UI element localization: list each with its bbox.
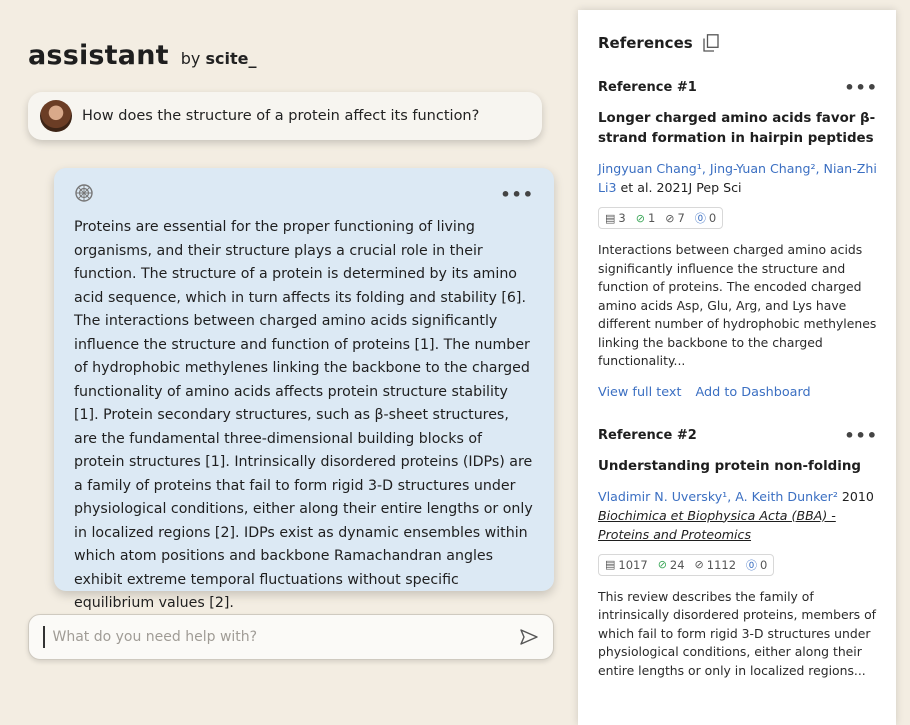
reference-description: This review describes the family of intr… <box>598 588 877 678</box>
reference-title: Longer charged amino acids favor β-stran… <box>598 111 876 146</box>
reference-card: Reference #1 ••• Longer charged amino ac… <box>598 78 878 400</box>
reference-more-button[interactable]: ••• <box>844 78 878 97</box>
reference-card: Reference #2 ••• Understanding protein n… <box>598 426 878 681</box>
user-message-text: How does the structure of a protein affe… <box>82 108 480 124</box>
reference-journal[interactable]: Biochimica et Biophysica Acta (BBA) - Pr… <box>598 506 878 544</box>
reference-more-button[interactable]: ••• <box>844 426 878 445</box>
contrasting-count: 0 <box>708 211 717 225</box>
supporting-count: 1 <box>647 211 656 225</box>
assistant-answer-text: Proteins are essential for the proper fu… <box>74 219 533 611</box>
reference-authors: Jingyuan Chang¹, Jing-Yuan Chang², Nian-… <box>598 159 878 197</box>
brand-byline: by scite_ <box>181 49 257 68</box>
reference-meta: et al. 2021J Pep Sci <box>616 180 742 195</box>
mentioning-count: 1112 <box>706 557 737 572</box>
reference-description: Interactions between charged amino acids… <box>598 242 877 368</box>
supporting-stat[interactable]: ⊘ 24 <box>658 558 685 572</box>
question-circle-icon: ⓪ <box>746 558 758 572</box>
contrasting-count: 0 <box>760 557 768 572</box>
contrasting-stat[interactable]: ⓪0 <box>695 210 716 226</box>
mention-circle-icon: ⊘ <box>694 558 704 571</box>
citation-stats: ▤ 3 ⊘ 1 ⊘ 7 ⓪0 <box>598 207 724 229</box>
references-title: References <box>598 34 693 52</box>
document-icon: ▤ <box>605 558 616 571</box>
question-circle-icon: ⓪ <box>694 212 706 225</box>
assistant-logo-icon <box>74 183 94 206</box>
user-message: How does the structure of a protein affe… <box>28 92 542 140</box>
mentioning-stat[interactable]: ⊘ 7 <box>665 211 685 225</box>
author-links[interactable]: Vladimir N. Uversky¹, A. Keith Dunker² <box>598 489 838 504</box>
cites-stat[interactable]: ▤ 1017 <box>605 558 648 572</box>
avatar <box>40 100 72 132</box>
references-panel: References Reference #1 ••• Longer charg… <box>578 10 896 725</box>
brand-by-label: by <box>180 49 201 68</box>
view-full-text-link[interactable]: View full text <box>598 385 682 400</box>
text-cursor <box>43 626 45 648</box>
response-more-options-button[interactable]: ••• <box>500 185 534 204</box>
assistant-response-card: ••• Proteins are essential for the prope… <box>54 168 554 611</box>
document-icon: ▤ <box>605 211 616 225</box>
reference-number: Reference #1 <box>598 80 697 95</box>
contrasting-stat[interactable]: ⓪0 <box>746 557 767 573</box>
send-icon[interactable] <box>519 627 539 647</box>
mentioning-stat[interactable]: ⊘ 1112 <box>695 558 737 572</box>
brand-title: assistant <box>28 40 169 71</box>
cites-stat[interactable]: ▤ 3 <box>605 211 626 225</box>
brand-company: scite_ <box>205 49 257 68</box>
reference-meta: 2010 <box>837 488 874 504</box>
reference-title: Understanding protein non-folding <box>598 458 861 474</box>
cites-count: 3 <box>618 211 626 225</box>
check-circle-icon: ⊘ <box>635 211 645 225</box>
add-to-dashboard-link[interactable]: Add to Dashboard <box>696 385 811 400</box>
reference-number: Reference #2 <box>598 427 697 443</box>
copy-icon[interactable] <box>703 34 719 52</box>
cites-count: 1017 <box>618 557 648 572</box>
chat-input[interactable] <box>50 628 519 646</box>
reference-authors: Vladimir N. Uversky¹, A. Keith Dunker² 2… <box>598 487 878 544</box>
brand-header: assistant by scite_ <box>28 40 256 71</box>
citation-stats: ▤ 1017 ⊘ 24 ⊘ 1112 ⓪0 <box>598 553 775 576</box>
chat-input-bar <box>28 614 554 660</box>
check-circle-icon: ⊘ <box>657 558 667 571</box>
supporting-count: 24 <box>669 557 685 572</box>
supporting-stat[interactable]: ⊘ 1 <box>636 211 656 225</box>
mention-circle-icon: ⊘ <box>665 211 675 225</box>
mentioning-count: 7 <box>677 211 685 225</box>
